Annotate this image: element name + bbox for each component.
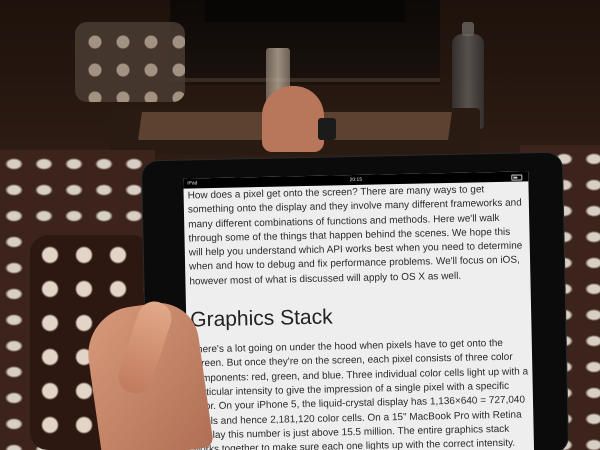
ipad-screen[interactable]: iPad 20:15 How does a pixel get onto the…	[183, 171, 535, 450]
tv-remote	[318, 118, 336, 140]
tv-screen	[205, 0, 405, 22]
article-body[interactable]: How does a pixel get onto the screen? Th…	[188, 182, 532, 450]
battery-icon	[511, 174, 523, 181]
photo-scene: iPad 20:15 How does a pixel get onto the…	[0, 0, 600, 450]
body-paragraph: There's a lot going on under the hood wh…	[190, 337, 529, 450]
patterned-armchair	[75, 22, 185, 102]
propped-feet	[262, 86, 324, 152]
shelf-edge	[170, 78, 440, 82]
section-heading: Graphics Stack	[189, 305, 333, 332]
intro-paragraph: How does a pixel get onto the screen? Th…	[187, 184, 523, 288]
